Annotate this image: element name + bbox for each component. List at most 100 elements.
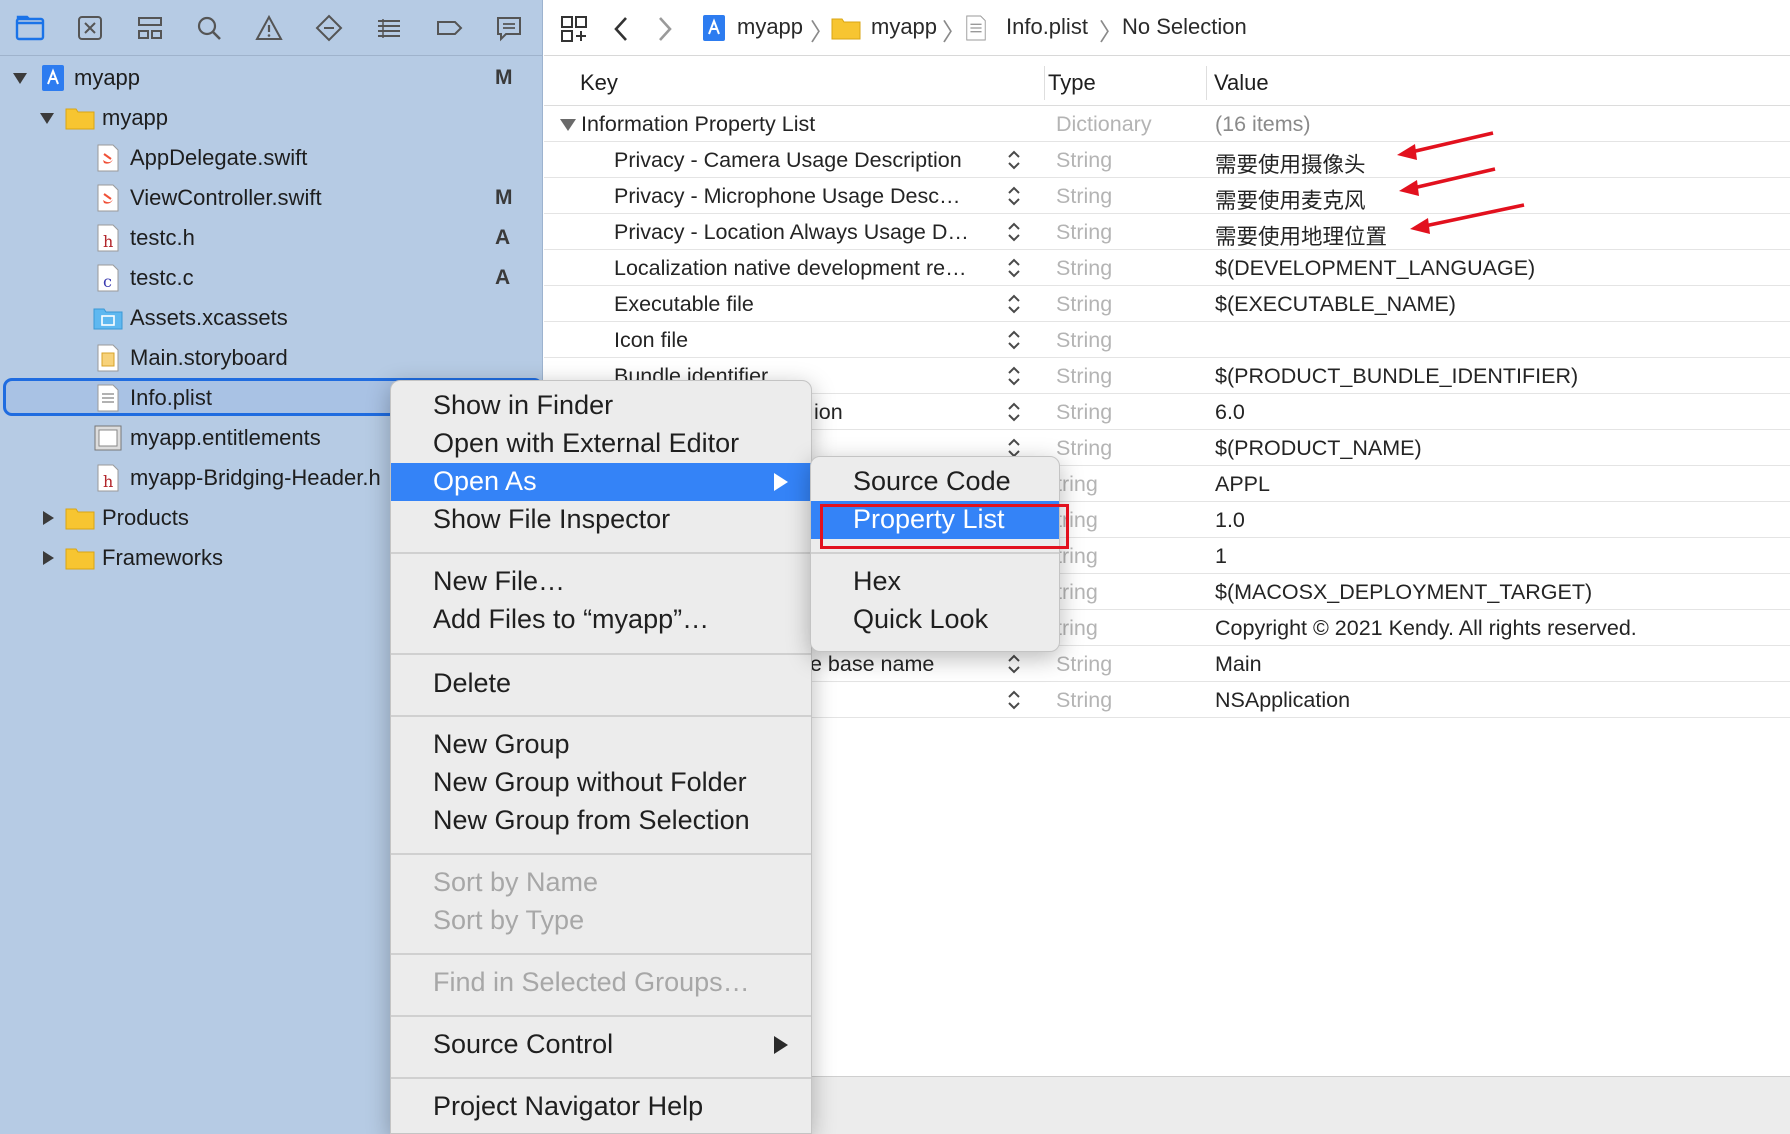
column-divider[interactable] xyxy=(1044,66,1045,100)
column-header-key[interactable]: Key xyxy=(580,70,618,96)
menu-item-new-group-without-folder[interactable]: New Group without Folder xyxy=(391,764,811,802)
tree-item-label: myapp.entitlements xyxy=(130,425,321,450)
disclosure-closed-icon[interactable] xyxy=(40,510,56,526)
plist-row[interactable]: Privacy - Location Always Usage D… String… xyxy=(544,214,1790,250)
plist-row[interactable]: Executable file String $(EXECUTABLE_NAME) xyxy=(544,286,1790,322)
plist-key: Privacy - Camera Usage Description xyxy=(614,148,962,172)
tree-item-file[interactable]: AppDelegate.swift xyxy=(0,138,543,178)
column-header-type[interactable]: Type xyxy=(1048,70,1096,96)
plist-value[interactable]: 需要使用地理位置 xyxy=(1215,220,1387,251)
symbol-icon[interactable] xyxy=(134,12,166,44)
plist-value[interactable]: Copyright © 2021 Kendy. All rights reser… xyxy=(1215,616,1637,641)
plist-type: String xyxy=(1056,256,1113,280)
menu-item-open-as[interactable]: Open As xyxy=(391,463,811,501)
tree-item-label: myapp-Bridging-Header.h xyxy=(130,465,381,490)
type-stepper-icon[interactable] xyxy=(1006,400,1022,424)
tree-item-label: myapp xyxy=(102,105,169,130)
type-stepper-icon[interactable] xyxy=(1006,256,1022,280)
breakpoint-icon[interactable] xyxy=(433,12,465,44)
disclosure-open-icon[interactable] xyxy=(39,110,55,126)
disclosure-closed-icon[interactable] xyxy=(40,550,56,566)
menu-item-new-group-from-selection[interactable]: New Group from Selection xyxy=(391,802,811,840)
plist-key: e base name xyxy=(810,652,935,676)
menu-separator xyxy=(391,1077,811,1079)
source-control-icon[interactable] xyxy=(74,12,106,44)
plist-row[interactable]: Icon file String xyxy=(544,322,1790,358)
menu-item-show-file-inspector[interactable]: Show File Inspector xyxy=(391,501,811,539)
tree-item-file[interactable]: ViewController.swift M xyxy=(0,178,543,218)
disclosure-open-icon[interactable] xyxy=(12,70,28,86)
menu-item-project-navigator-help[interactable]: Project Navigator Help xyxy=(391,1088,811,1126)
submenu-item-hex[interactable]: Hex xyxy=(811,563,1059,601)
column-divider[interactable] xyxy=(1206,66,1207,100)
plist-value[interactable]: $(PRODUCT_BUNDLE_IDENTIFIER) xyxy=(1215,364,1578,389)
back-icon[interactable] xyxy=(612,15,630,43)
type-stepper-icon[interactable] xyxy=(1006,364,1022,388)
report-icon[interactable] xyxy=(493,12,525,44)
type-stepper-icon[interactable] xyxy=(1006,328,1022,352)
menu-item-show-in-finder[interactable]: Show in Finder xyxy=(391,387,811,425)
column-header-value[interactable]: Value xyxy=(1214,70,1269,96)
plist-type: String xyxy=(1056,328,1113,352)
submenu-arrow-icon xyxy=(774,1036,788,1054)
menu-item-new-group[interactable]: New Group xyxy=(391,726,811,764)
related-items-icon[interactable] xyxy=(560,15,588,43)
tree-item-file[interactable]: Main.storyboard xyxy=(0,338,543,378)
disclosure-open-icon[interactable] xyxy=(560,118,576,132)
tree-item-group-myapp[interactable]: myapp xyxy=(0,98,543,138)
plist-value[interactable]: $(MACOSX_DEPLOYMENT_TARGET) xyxy=(1215,580,1592,605)
test-icon[interactable] xyxy=(313,12,345,44)
plist-value[interactable]: $(DEVELOPMENT_LANGUAGE) xyxy=(1215,256,1535,281)
submenu-item-quick-look[interactable]: Quick Look xyxy=(811,601,1059,639)
breadcrumb-group[interactable]: myapp xyxy=(871,14,937,40)
plist-value[interactable]: NSApplication xyxy=(1215,688,1350,713)
open-as-submenu: Source Code Property List Hex Quick Look xyxy=(810,456,1060,652)
plist-row[interactable]: Privacy - Microphone Usage Desc… String 需要… xyxy=(544,178,1790,214)
plist-value[interactable]: APPL xyxy=(1215,472,1270,497)
breadcrumb-file[interactable]: Info.plist xyxy=(1006,14,1088,40)
plist-row[interactable]: Privacy - Camera Usage Description String… xyxy=(544,142,1790,178)
menu-item-source-control[interactable]: Source Control xyxy=(391,1026,811,1064)
plist-value[interactable]: 1 xyxy=(1215,544,1227,569)
type-stepper-icon[interactable] xyxy=(1006,148,1022,172)
find-icon[interactable] xyxy=(193,12,225,44)
issue-icon[interactable] xyxy=(253,12,285,44)
type-stepper-icon[interactable] xyxy=(1006,688,1022,712)
menu-separator xyxy=(391,953,811,955)
folder-icon[interactable] xyxy=(14,12,46,44)
scm-status-badge: M xyxy=(495,66,513,89)
plist-value[interactable]: 6.0 xyxy=(1215,400,1245,425)
plist-key: Executable file xyxy=(614,292,754,316)
plist-type: Dictionary xyxy=(1056,112,1152,136)
breadcrumb-selection[interactable]: No Selection xyxy=(1122,14,1247,40)
tree-item-project[interactable]: myapp M xyxy=(0,58,543,98)
plist-row[interactable]: Localization native development re… Strin… xyxy=(544,250,1790,286)
plist-value[interactable]: $(EXECUTABLE_NAME) xyxy=(1215,292,1456,317)
menu-separator xyxy=(391,853,811,855)
tree-item-file[interactable]: h testc.h A xyxy=(0,218,543,258)
plist-value[interactable]: 需要使用摄像头 xyxy=(1215,148,1366,179)
type-stepper-icon[interactable] xyxy=(1006,184,1022,208)
forward-icon[interactable] xyxy=(656,15,674,43)
type-stepper-icon[interactable] xyxy=(1006,652,1022,676)
menu-item-add-files[interactable]: Add Files to “myapp”… xyxy=(391,601,811,639)
submenu-item-source-code[interactable]: Source Code xyxy=(811,463,1059,501)
breadcrumb-project[interactable]: myapp xyxy=(737,14,803,40)
type-stepper-icon[interactable] xyxy=(1006,220,1022,244)
plist-value[interactable]: Main xyxy=(1215,652,1262,677)
tree-item-file[interactable]: Assets.xcassets xyxy=(0,298,543,338)
type-stepper-icon[interactable] xyxy=(1006,292,1022,316)
plist-value[interactable]: 1.0 xyxy=(1215,508,1245,533)
submenu-arrow-icon xyxy=(774,473,788,491)
plist-value[interactable]: $(PRODUCT_NAME) xyxy=(1215,436,1422,461)
debug-icon[interactable] xyxy=(373,12,405,44)
menu-item-open-external-editor[interactable]: Open with External Editor xyxy=(391,425,811,463)
menu-item-new-file[interactable]: New File… xyxy=(391,563,811,601)
svg-text:h: h xyxy=(103,232,113,251)
plist-root-row[interactable]: Information Property List Dictionary (16… xyxy=(544,106,1790,142)
tree-item-file[interactable]: c testc.c A xyxy=(0,258,543,298)
menu-item-delete[interactable]: Delete xyxy=(391,665,811,703)
asset-catalog-icon xyxy=(93,308,123,330)
tree-item-label: Frameworks xyxy=(102,545,224,570)
plist-value[interactable]: 需要使用麦克风 xyxy=(1215,184,1366,215)
